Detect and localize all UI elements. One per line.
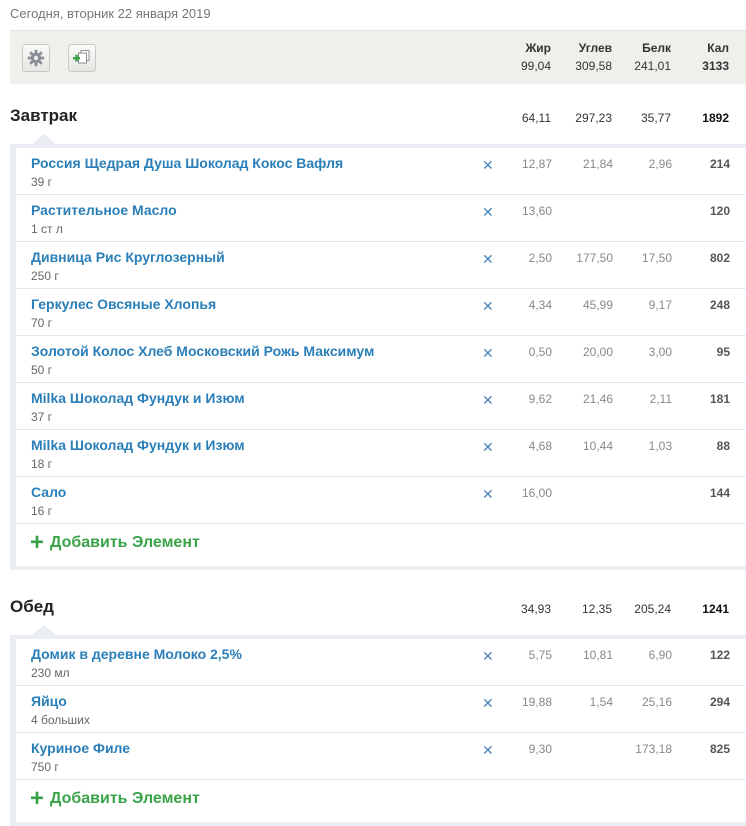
- item-name-link[interactable]: Домик в деревне Молоко 2,5%: [31, 646, 242, 662]
- delete-icon[interactable]: ✕: [482, 696, 494, 710]
- item-name-link[interactable]: Куриное Филе: [31, 740, 130, 756]
- item-quantity: 70 г: [31, 316, 53, 330]
- list-item[interactable]: Дивница Рис Круглозерный 250 г ✕ 2,50 17…: [16, 242, 746, 289]
- summary-bar: Жир 99,04 Углев 309,58 Белк 241,01 Кал 3…: [10, 30, 746, 84]
- add-item-row: + Добавить Элемент: [16, 780, 746, 822]
- item-list: Россия Щедрая Душа Шоколад Кокос Вафля 3…: [16, 148, 746, 566]
- meal-title: Завтрак: [10, 106, 78, 125]
- delete-icon[interactable]: ✕: [482, 205, 494, 219]
- item-quantity: 4 больших: [31, 713, 90, 727]
- add-item-button[interactable]: + Добавить Элемент: [30, 529, 200, 556]
- gear-icon: [27, 49, 45, 67]
- item-name-link[interactable]: Россия Щедрая Душа Шоколад Кокос Вафля: [31, 155, 343, 171]
- plus-icon: +: [30, 529, 45, 556]
- delete-icon[interactable]: ✕: [482, 743, 494, 757]
- delete-icon[interactable]: ✕: [482, 158, 494, 172]
- list-item[interactable]: Яйцо 4 больших ✕ 19,88 1,54 25,16 294: [16, 686, 746, 733]
- item-name-link[interactable]: Дивница Рис Круглозерный: [31, 249, 225, 265]
- meal-title: Обед: [10, 597, 54, 616]
- delete-icon[interactable]: ✕: [482, 252, 494, 266]
- list-item[interactable]: Milka Шоколад Фундук и Изюм 37 г ✕ 9,62 …: [16, 383, 746, 430]
- list-item[interactable]: Домик в деревне Молоко 2,5% 230 мл ✕ 5,7…: [16, 639, 746, 686]
- item-name-link[interactable]: Milka Шоколад Фундук и Изюм: [31, 437, 245, 453]
- add-item-button[interactable]: + Добавить Элемент: [30, 785, 200, 812]
- delete-icon[interactable]: ✕: [482, 346, 494, 360]
- add-copy-icon: [73, 50, 90, 64]
- item-quantity: 18 г: [31, 457, 53, 471]
- delete-icon[interactable]: ✕: [482, 299, 494, 313]
- item-name-link[interactable]: Яйцо: [31, 693, 67, 709]
- list-item[interactable]: Россия Щедрая Душа Шоколад Кокос Вафля 3…: [16, 148, 746, 195]
- item-quantity: 250 г: [31, 269, 59, 283]
- list-item[interactable]: Куриное Филе 750 г ✕ 9,30 173,18 825: [16, 733, 746, 780]
- plus-icon: +: [30, 785, 45, 812]
- item-quantity: 39 г: [31, 175, 53, 189]
- copy-add-button[interactable]: [68, 44, 96, 72]
- item-quantity: 1 ст л: [31, 222, 63, 236]
- list-item[interactable]: Milka Шоколад Фундук и Изюм 18 г ✕ 4,68 …: [16, 430, 746, 477]
- list-item[interactable]: Сало 16 г ✕ 16,00 144: [16, 477, 746, 524]
- item-quantity: 230 мл: [31, 666, 70, 680]
- item-name-link[interactable]: Растительное Масло: [31, 202, 177, 218]
- item-quantity: 50 г: [31, 363, 53, 377]
- meal-header-lunch: Обед 34,93 12,35 205,24 1241: [10, 597, 729, 616]
- delete-icon[interactable]: ✕: [482, 649, 494, 663]
- delete-icon[interactable]: ✕: [482, 487, 494, 501]
- list-item[interactable]: Геркулес Овсяные Хлопья 70 г ✕ 4,34 45,9…: [16, 289, 746, 336]
- item-name-link[interactable]: Золотой Колос Хлеб Московский Рожь Макси…: [31, 343, 374, 359]
- settings-button[interactable]: [22, 44, 50, 72]
- meal-box-breakfast: Россия Щедрая Душа Шоколад Кокос Вафля 3…: [10, 134, 746, 570]
- meal-header-breakfast: Завтрак 64,11 297,23 35,77 1892: [10, 106, 729, 125]
- item-quantity: 16 г: [31, 504, 53, 518]
- item-name-link[interactable]: Сало: [31, 484, 66, 500]
- item-quantity: 750 г: [31, 760, 59, 774]
- item-quantity: 37 г: [31, 410, 53, 424]
- item-name-link[interactable]: Milka Шоколад Фундук и Изюм: [31, 390, 245, 406]
- delete-icon[interactable]: ✕: [482, 393, 494, 407]
- item-name-link[interactable]: Геркулес Овсяные Хлопья: [31, 296, 216, 312]
- list-item[interactable]: Золотой Колос Хлеб Московский Рожь Макси…: [16, 336, 746, 383]
- meal-box-lunch: Домик в деревне Молоко 2,5% 230 мл ✕ 5,7…: [10, 625, 746, 826]
- add-item-row: + Добавить Элемент: [16, 524, 746, 566]
- item-list: Домик в деревне Молоко 2,5% 230 мл ✕ 5,7…: [16, 639, 746, 822]
- list-item[interactable]: Растительное Масло 1 ст л ✕ 13,60 120: [16, 195, 746, 242]
- date-line: Сегодня, вторник 22 января 2019: [10, 6, 211, 21]
- delete-icon[interactable]: ✕: [482, 440, 494, 454]
